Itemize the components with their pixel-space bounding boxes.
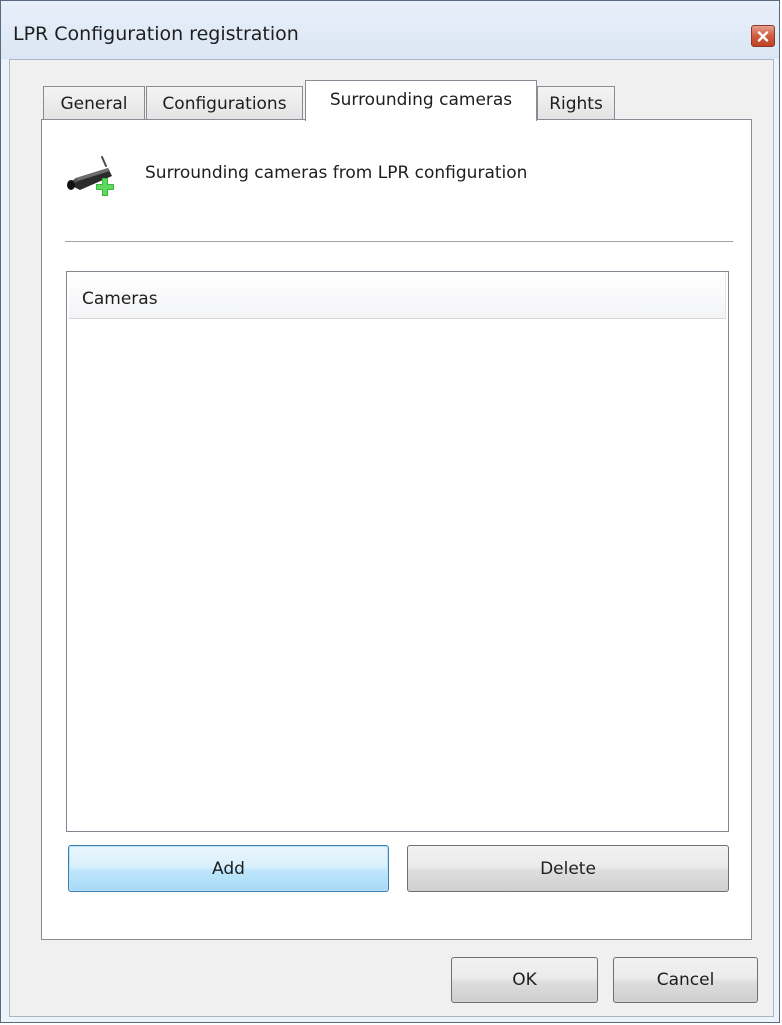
tab-panel-surrounding-cameras: Surrounding cameras from LPR configurati…	[41, 119, 752, 940]
title-bar[interactable]: LPR Configuration registration	[1, 1, 779, 59]
close-icon	[757, 30, 769, 42]
tab-general[interactable]: General	[43, 86, 145, 120]
tab-configurations[interactable]: Configurations	[146, 86, 303, 120]
close-button[interactable]	[751, 25, 775, 47]
delete-button-label: Delete	[540, 858, 596, 879]
dialog-client-area: General Configurations Surrounding camer…	[9, 59, 774, 1017]
add-button-label: Add	[212, 858, 245, 879]
separator-line	[65, 241, 733, 242]
tab-label: Surrounding cameras	[329, 90, 513, 110]
tab-surrounding-cameras[interactable]: Surrounding cameras	[305, 80, 537, 121]
tab-label: Configurations	[162, 93, 287, 114]
column-header-cameras[interactable]: Cameras	[69, 273, 726, 319]
delete-button[interactable]: Delete	[407, 845, 729, 892]
cancel-button[interactable]: Cancel	[613, 957, 758, 1003]
tab-label: Rights	[549, 93, 603, 114]
ok-button[interactable]: OK	[451, 957, 598, 1003]
column-header-label: Cameras	[82, 289, 158, 309]
camera-add-icon	[64, 156, 124, 204]
tab-label: General	[60, 93, 128, 114]
window-title: LPR Configuration registration	[13, 23, 299, 45]
add-button[interactable]: Add	[68, 845, 389, 892]
tab-rights[interactable]: Rights	[537, 86, 615, 120]
header-description: Surrounding cameras from LPR configurati…	[145, 163, 528, 183]
dialog-window: LPR Configuration registration General C…	[0, 0, 780, 1023]
cancel-button-label: Cancel	[656, 970, 715, 990]
cameras-list[interactable]: Cameras	[66, 271, 729, 832]
ok-button-label: OK	[512, 970, 537, 990]
